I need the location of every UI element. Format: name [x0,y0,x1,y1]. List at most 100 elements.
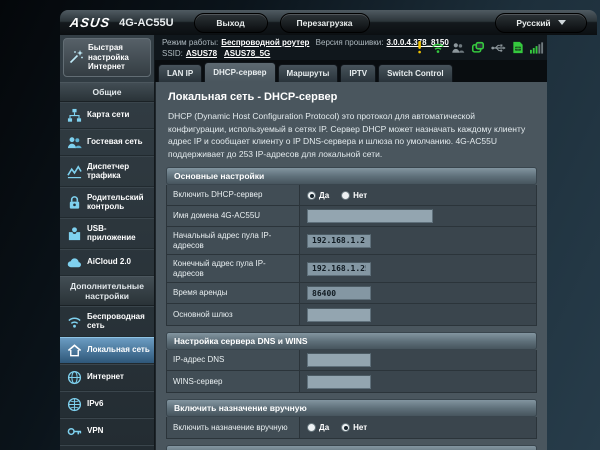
guest-network-icon [66,135,82,150]
field-label: Имя домена 4G-AC55U [167,206,300,226]
tab-switch-control[interactable]: Switch Control [378,64,453,82]
pool-end-input[interactable] [307,261,371,276]
status-text: Режим работы: Беспроводной роутер Версия … [162,37,453,59]
sidebar-item-lan[interactable]: Локальная сеть [60,336,154,364]
signal-strength-icon[interactable] [530,41,544,54]
field-label: Включить назначение вручную [167,417,300,438]
wand-icon [68,49,84,65]
mode-label: Режим работы: [162,38,219,47]
dhcp-enable-no-radio[interactable] [341,190,351,200]
sidebar-item-label: USB-приложение [87,223,136,243]
sidebar-item-ipv6[interactable]: IPv6 [60,390,154,418]
sidebar-section-general: Общие [60,81,154,102]
wins-server-input[interactable] [307,374,371,389]
firmware-label: Версия прошивки: [315,38,384,47]
tab-lan-ip[interactable]: LAN IP [158,64,203,82]
logout-button[interactable]: Выход [193,12,268,33]
pool-start-input[interactable] [307,233,371,248]
language-select[interactable]: Русский [495,12,587,33]
sidebar-item-guest-network[interactable]: Гостевая сеть [60,128,154,156]
sidebar-item-network-map[interactable]: Карта сети [60,101,154,129]
sidebar-item-quick-setup[interactable]: Быстрая настройка Интернет [63,38,151,77]
field-label: WINS-сервер [167,371,300,392]
tab-strip: LAN IP DHCP-сервер Маршруты IPTV Switch … [155,60,547,82]
chevron-down-icon [557,20,566,25]
sidebar-section-advanced: Дополнительные настройки [60,275,154,306]
sidebar-item-usb-application[interactable]: USB-приложение [60,217,154,249]
warning-icon[interactable] [414,40,425,54]
sidebar-item-label: Локальная сеть [87,345,150,355]
wan-status-icon[interactable] [471,41,485,54]
dns-ip-input[interactable] [307,353,371,367]
section-manual-assignment: Включить назначение вручную [166,399,537,417]
sidebar-item-label: Родительский контроль [87,192,144,212]
field-label: Конечный адрес пула IP-адресов [167,255,300,282]
form-row-wins-server: WINS-сервер [167,371,536,392]
sidebar-item-wireless[interactable]: Беспроводная сеть [60,305,154,337]
form-row-domain-name: Имя домена 4G-AC55U [167,206,536,227]
sidebar-item-label: Беспроводная сеть [87,311,145,331]
usb-app-icon [66,226,82,241]
operation-mode-link[interactable]: Беспроводной роутер [221,38,309,47]
dns-wins-form: IP-адрес DNS WINS-сервер [166,350,537,393]
domain-name-input[interactable] [307,209,433,223]
ssid-label: SSID: [162,49,183,58]
sidebar-item-label: Интернет [87,372,124,382]
default-gateway-input[interactable] [307,307,371,322]
network-map-icon [66,108,82,123]
field-label: Включить DHCP-сервер [167,185,300,205]
tab-routes[interactable]: Маршруты [277,64,339,82]
section-manual-ip-list: Список присвоенных вручную IP-адресов в … [166,445,537,450]
field-label: IP-адрес DNS [167,350,300,370]
form-row-dns-ip: IP-адрес DNS [167,350,536,371]
top-banner: ASUS 4G-AC55U Выход Перезагрузка Русский [60,10,597,35]
lease-time-input[interactable] [307,286,371,300]
field-label: Основной шлюз [167,304,300,325]
asus-logo: ASUS [68,15,112,30]
sidebar-item-firewall[interactable]: Брандмауэр [60,444,154,450]
sidebar-item-wan[interactable]: Интернет [60,363,154,391]
manual-enable-yes-radio[interactable] [307,423,316,432]
radio-no-label: Нет [353,190,368,200]
page-description: DHCP (Dynamic Host Configuration Protoco… [168,111,526,159]
home-icon [66,343,82,358]
sidebar-item-vpn[interactable]: VPN [60,417,154,445]
form-row-pool-end: Конечный адрес пула IP-адресов [167,255,536,283]
ssid-24-link[interactable]: ASUS78 [186,49,217,58]
form-row-lease-time: Время аренды [167,283,536,304]
status-icons [414,40,544,54]
sidebar-item-traffic-manager[interactable]: Диспетчер трафика [60,155,154,187]
clients-icon[interactable] [451,41,465,54]
wireless-icon [66,314,82,329]
sidebar-item-label: Гостевая сеть [87,137,143,147]
quick-setup-label: Быстрая настройка Интернет [88,43,129,71]
ipv6-globe-icon [66,397,82,412]
ssid-5-link[interactable]: ASUS78_5G [224,49,270,58]
sidebar-item-parental-control[interactable]: Родительский контроль [60,186,154,218]
dhcp-enable-yes-radio[interactable] [307,190,316,200]
router-model: 4G-AC55U [119,16,174,29]
reboot-button[interactable]: Перезагрузка [279,12,370,33]
sim-icon[interactable] [512,41,524,54]
usb-icon[interactable] [491,42,506,54]
form-row-pool-start: Начальный адрес пула IP-адресов [167,227,536,255]
sidebar-item-label: Карта сети [87,110,130,120]
aicloud-icon [66,255,82,270]
globe-icon [66,370,82,385]
radio-no-label: Нет [353,423,368,432]
form-row-manual-enable: Включить назначение вручную Да Нет [167,417,536,438]
sidebar-item-aicloud[interactable]: AiCloud 2.0 [60,248,154,276]
radio-yes-label: Да [319,190,330,200]
tab-dhcp-server[interactable]: DHCP-сервер [204,62,276,82]
wifi-icon[interactable] [431,41,445,54]
manual-enable-no-radio[interactable] [341,423,351,432]
radio-yes-label: Да [319,423,330,432]
sidebar-item-label: IPv6 [87,399,104,409]
manual-assignment-form: Включить назначение вручную Да Нет [166,417,537,439]
basic-settings-form: Включить DHCP-сервер Да Нет Имя домена 4… [166,185,537,326]
tab-iptv[interactable]: IPTV [340,64,377,82]
form-row-enable-dhcp: Включить DHCP-сервер Да Нет [167,185,536,206]
form-row-default-gateway: Основной шлюз [167,304,536,325]
sidebar-item-label: AiCloud 2.0 [87,257,132,267]
field-label: Время аренды [167,283,300,303]
